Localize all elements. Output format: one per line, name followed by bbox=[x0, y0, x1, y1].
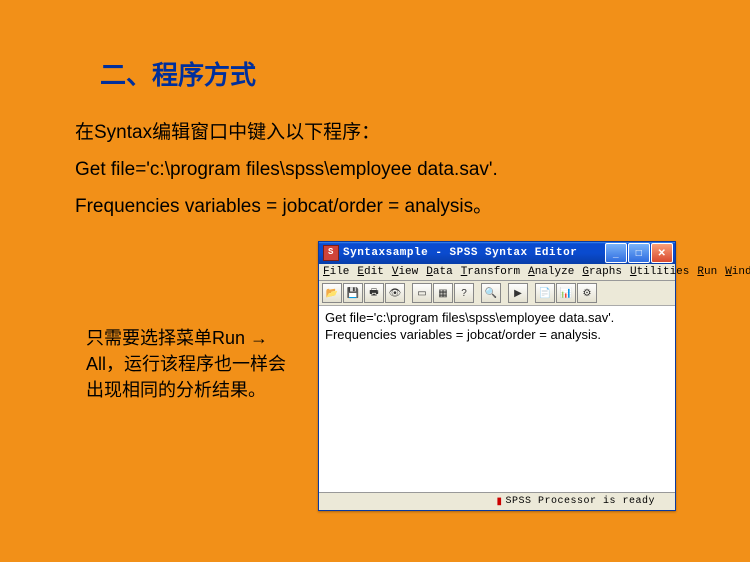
title-bar[interactable]: S Syntaxsample - SPSS Syntax Editor _ □ … bbox=[319, 242, 675, 264]
doc-icon[interactable]: 📄 bbox=[535, 283, 555, 303]
side-note: 只需要选择菜单Run → All，运行该程序也一样会出现相同的分析结果。 bbox=[86, 325, 286, 403]
body-line-2: Get file='c:\program files\spss\employee… bbox=[75, 152, 498, 187]
maximize-button[interactable]: □ bbox=[628, 243, 650, 263]
panel-icon[interactable]: ▭ bbox=[412, 283, 432, 303]
syntax-editor-area[interactable]: Get file='c:\program files\spss\employee… bbox=[319, 306, 675, 492]
editor-line-1: Get file='c:\program files\spss\employee… bbox=[325, 310, 669, 327]
app-icon: S bbox=[323, 245, 339, 261]
menu-window[interactable]: Window bbox=[725, 266, 750, 278]
slide-title: 二、程序方式 bbox=[100, 55, 256, 92]
settings-icon[interactable]: ⚙ bbox=[577, 283, 597, 303]
menu-run[interactable]: Run bbox=[697, 266, 717, 278]
print-icon[interactable]: 🖶 bbox=[364, 283, 384, 303]
window-title: Syntaxsample - SPSS Syntax Editor bbox=[343, 247, 605, 259]
preview-icon[interactable]: 👁 bbox=[385, 283, 405, 303]
help-icon[interactable]: ? bbox=[454, 283, 474, 303]
play-icon[interactable]: ▶ bbox=[508, 283, 528, 303]
status-text: SPSS Processor is ready bbox=[505, 496, 655, 507]
open-icon[interactable]: 📂 bbox=[322, 283, 342, 303]
minimize-button[interactable]: _ bbox=[605, 243, 627, 263]
note-pre: 只需要选择菜单 bbox=[86, 328, 212, 348]
status-flag-icon: ▮ bbox=[496, 496, 502, 508]
menu-edit[interactable]: Edit bbox=[357, 266, 383, 278]
menu-analyze[interactable]: Analyze bbox=[528, 266, 574, 278]
save-icon[interactable]: 💾 bbox=[343, 283, 363, 303]
slide-body: 在Syntax编辑窗口中键入以下程序： Get file='c:\program… bbox=[75, 115, 498, 226]
toolbar: 📂 💾 🖶 👁 ▭ ▦ ? 🔍 ▶ 📄 📊 ⚙ bbox=[319, 281, 675, 306]
arrow-icon: → bbox=[250, 325, 268, 351]
spss-syntax-editor-window: S Syntaxsample - SPSS Syntax Editor _ □ … bbox=[318, 241, 676, 511]
chart-icon[interactable]: 📊 bbox=[556, 283, 576, 303]
note-all: All， bbox=[86, 354, 124, 374]
note-run: Run bbox=[212, 328, 245, 348]
grid-icon[interactable]: ▦ bbox=[433, 283, 453, 303]
menu-view[interactable]: View bbox=[392, 266, 418, 278]
menu-bar: File Edit View Data Transform Analyze Gr… bbox=[319, 264, 675, 281]
menu-data[interactable]: Data bbox=[426, 266, 452, 278]
body-line-1: 在Syntax编辑窗口中键入以下程序： bbox=[75, 115, 498, 150]
body-line-3: Frequencies variables = jobcat/order = a… bbox=[75, 189, 498, 224]
menu-file[interactable]: File bbox=[323, 266, 349, 278]
close-button[interactable]: ✕ bbox=[651, 243, 673, 263]
find-icon[interactable]: 🔍 bbox=[481, 283, 501, 303]
menu-graphs[interactable]: Graphs bbox=[582, 266, 622, 278]
status-bar: ▮ SPSS Processor is ready bbox=[319, 492, 675, 510]
menu-transform[interactable]: Transform bbox=[461, 266, 520, 278]
menu-utilities[interactable]: Utilities bbox=[630, 266, 689, 278]
editor-line-2: Frequencies variables = jobcat/order = a… bbox=[325, 327, 669, 344]
